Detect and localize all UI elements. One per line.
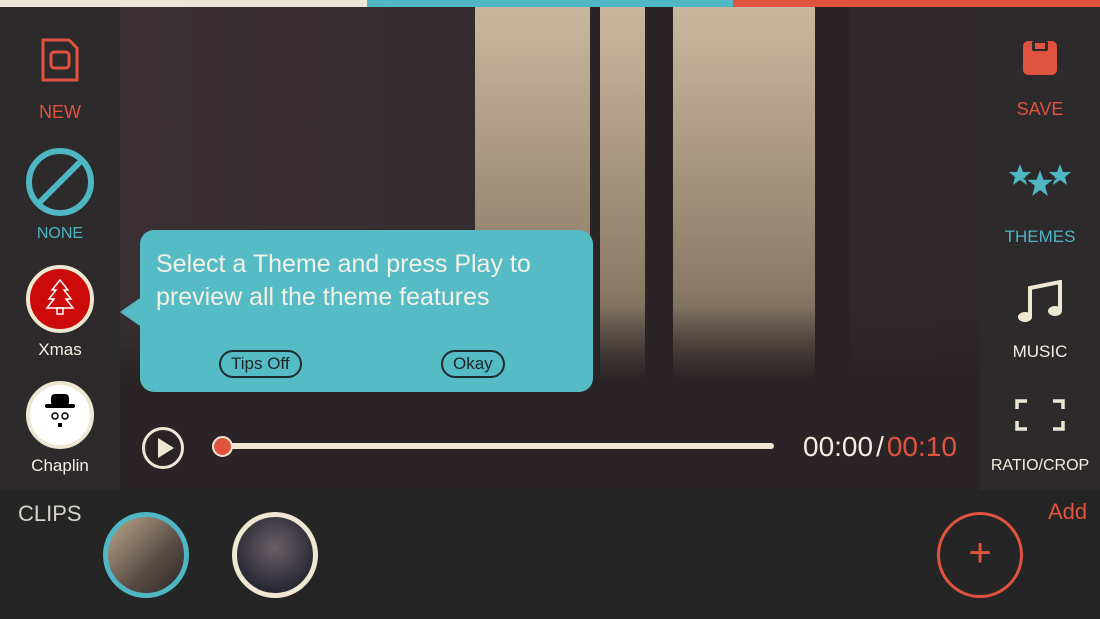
save-label: SAVE — [1016, 99, 1064, 119]
time-separator: / — [876, 431, 884, 462]
save-button[interactable]: SAVE — [980, 40, 1100, 120]
clips-bar: CLIPS Add + — [0, 490, 1100, 619]
crop-icon — [1015, 399, 1065, 431]
ratio-crop-button[interactable]: RATIO/CROP — [980, 397, 1100, 475]
save-icon — [1023, 41, 1057, 75]
none-circle-slash-icon — [26, 148, 94, 216]
add-label: Add — [1048, 499, 1088, 524]
chaplin-label: Chaplin — [31, 456, 89, 475]
themes-button[interactable]: THEMES — [980, 162, 1100, 247]
new-button[interactable]: NEW — [0, 37, 120, 123]
tip-text: Select a Theme and press Play to preview… — [156, 250, 531, 311]
xmas-label: Xmas — [38, 340, 82, 359]
themes-label: THEMES — [1004, 227, 1076, 246]
left-toolbar: NEW NONE Xmas Chaplin — [0, 7, 120, 490]
ratio-crop-label: RATIO/CROP — [990, 457, 1090, 474]
clips-label: CLIPS — [18, 501, 82, 526]
top-color-bar — [0, 0, 1100, 7]
play-button[interactable] — [142, 427, 184, 469]
current-time: 00:00 — [803, 431, 874, 462]
chaplin-theme-icon — [26, 381, 94, 449]
right-toolbar: SAVE THEMES MUSIC RATIO/CROP — [980, 7, 1100, 490]
time-display: 00:00/00:10 — [803, 431, 957, 463]
music-note-icon — [1018, 280, 1062, 322]
okay-button[interactable]: Okay — [441, 350, 505, 378]
new-label: NEW — [39, 102, 81, 122]
none-label: NONE — [36, 225, 84, 242]
music-label: MUSIC — [1012, 342, 1068, 361]
total-time: 00:10 — [886, 431, 957, 462]
stars-icon — [1009, 164, 1071, 200]
clip-thumbnail-1[interactable] — [103, 512, 189, 598]
tips-off-button[interactable]: Tips Off — [219, 350, 302, 378]
music-button[interactable]: MUSIC — [980, 280, 1100, 362]
seek-handle[interactable] — [212, 436, 233, 457]
theme-xmas[interactable]: Xmas — [0, 264, 120, 360]
clip-thumbnail-2[interactable] — [232, 512, 318, 598]
tip-popup: Select a Theme and press Play to preview… — [120, 230, 593, 392]
xmas-tree-theme-icon — [26, 265, 94, 333]
plus-icon: + — [968, 531, 992, 575]
add-clip-button[interactable]: + — [937, 512, 1023, 598]
theme-chaplin[interactable]: Chaplin — [0, 380, 120, 476]
theme-none[interactable]: NONE — [0, 147, 120, 243]
new-video-file-icon — [41, 38, 79, 82]
seek-bar[interactable] — [222, 443, 774, 449]
